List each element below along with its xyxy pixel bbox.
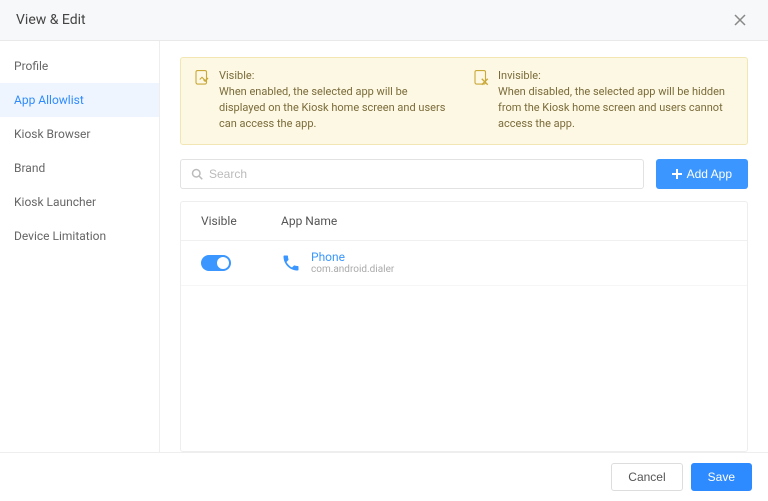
sidebar-item-profile[interactable]: Profile <box>0 49 159 83</box>
sidebar-item-device-limitation[interactable]: Device Limitation <box>0 219 159 253</box>
info-invisible-title: Invisible: <box>498 68 735 84</box>
modal-view-edit: View & Edit Profile App Allowlist Kiosk … <box>0 0 768 501</box>
app-package: com.android.dialer <box>311 264 394 275</box>
info-visible-title: Visible: <box>219 68 456 84</box>
info-banner: Visible: When enabled, the selected app … <box>180 57 748 145</box>
table-row: Phone com.android.dialer <box>181 241 747 286</box>
app-table: Visible App Name Phone <box>180 201 748 452</box>
close-icon <box>734 14 746 26</box>
modal-body: Profile App Allowlist Kiosk Browser Bran… <box>0 41 768 452</box>
info-visible-desc: When enabled, the selected app will be d… <box>219 84 456 132</box>
toolbar: Add App <box>180 159 748 189</box>
main-panel: Visible: When enabled, the selected app … <box>160 41 768 452</box>
search-icon <box>191 168 203 180</box>
info-invisible-desc: When disabled, the selected app will be … <box>498 84 735 132</box>
info-invisible: Invisible: When disabled, the selected a… <box>472 68 735 132</box>
cell-visible <box>201 255 281 271</box>
visibility-toggle[interactable] <box>201 255 231 271</box>
add-app-button[interactable]: Add App <box>656 159 748 189</box>
info-visible-text: Visible: When enabled, the selected app … <box>219 68 456 132</box>
add-app-label: Add App <box>687 167 732 181</box>
app-info: Phone com.android.dialer <box>311 251 394 275</box>
phone-icon <box>281 253 301 273</box>
visible-icon <box>193 69 211 87</box>
modal-footer: Cancel Save <box>0 452 768 501</box>
cancel-button[interactable]: Cancel <box>611 463 682 491</box>
info-visible: Visible: When enabled, the selected app … <box>193 68 456 132</box>
sidebar-item-app-allowlist[interactable]: App Allowlist <box>0 83 159 117</box>
sidebar: Profile App Allowlist Kiosk Browser Bran… <box>0 41 160 452</box>
page-title: View & Edit <box>16 12 86 28</box>
th-app-name: App Name <box>281 214 727 228</box>
th-visible: Visible <box>201 214 281 228</box>
app-name[interactable]: Phone <box>311 251 394 264</box>
info-invisible-text: Invisible: When disabled, the selected a… <box>498 68 735 132</box>
close-button[interactable] <box>728 8 752 32</box>
invisible-icon <box>472 69 490 87</box>
plus-icon <box>672 169 682 179</box>
table-header: Visible App Name <box>181 202 747 241</box>
sidebar-item-kiosk-launcher[interactable]: Kiosk Launcher <box>0 185 159 219</box>
sidebar-item-kiosk-browser[interactable]: Kiosk Browser <box>0 117 159 151</box>
save-button[interactable]: Save <box>691 463 752 491</box>
cell-app: Phone com.android.dialer <box>281 251 727 275</box>
sidebar-item-brand[interactable]: Brand <box>0 151 159 185</box>
search-input[interactable] <box>209 167 633 181</box>
toggle-knob <box>217 257 229 269</box>
modal-header: View & Edit <box>0 0 768 41</box>
search-box[interactable] <box>180 159 644 189</box>
